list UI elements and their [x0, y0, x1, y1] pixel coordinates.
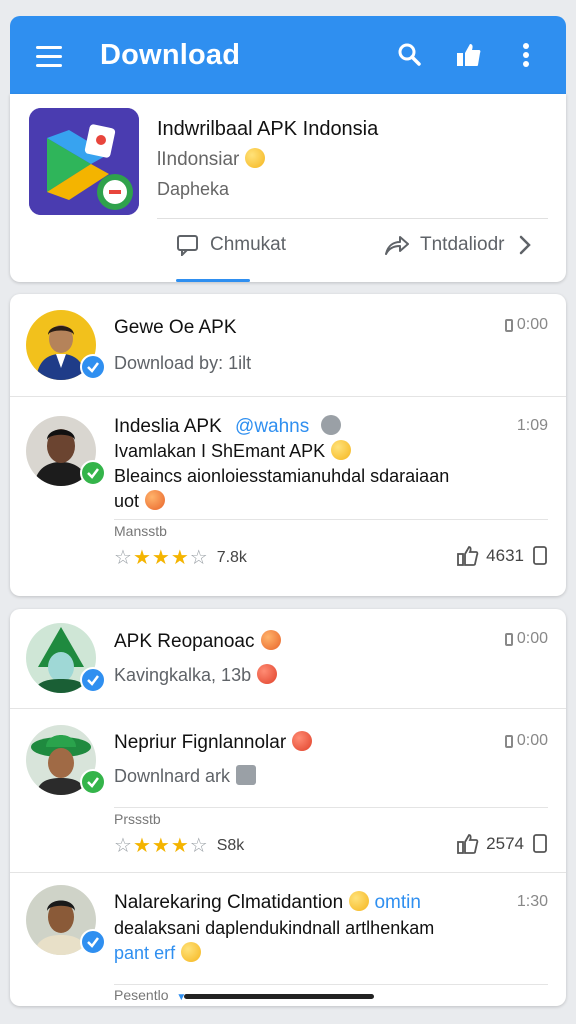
- item-subtitle: Download by: 1ilt: [114, 353, 252, 373]
- star-icon: ★: [132, 835, 152, 857]
- verified-badge-icon: [80, 667, 106, 693]
- item-tag[interactable]: omtin: [374, 892, 420, 913]
- smile-emoji-icon: [245, 148, 266, 168]
- like-count: 2574: [486, 834, 524, 853]
- item-tag[interactable]: @wahns: [235, 416, 309, 437]
- rating-stars: ☆ ★ ★ ★ ☆ 7.8k: [114, 545, 247, 570]
- list-card-2: APK Reopanoac Kavingkalka, 13b 0:00 Nepr…: [10, 609, 566, 1006]
- emoji-icon: [260, 630, 281, 650]
- verified-badge-icon: [80, 929, 106, 955]
- rating-count: S8k: [216, 836, 245, 854]
- item-time: 0:00: [504, 732, 548, 750]
- verified-badge-icon: [80, 460, 106, 486]
- likes[interactable]: 4631: [456, 545, 548, 567]
- active-tab-indicator: [176, 279, 250, 282]
- chevron-right-icon: [519, 235, 531, 255]
- divider: [114, 984, 548, 985]
- star-icon: ☆: [114, 547, 133, 569]
- rating-count: 7.8k: [216, 548, 247, 566]
- thumbs-up-icon: [457, 834, 479, 854]
- bookmark-icon[interactable]: [532, 546, 548, 566]
- item-time: 0:00: [504, 316, 548, 334]
- star-icon: ☆: [189, 547, 209, 569]
- comment-label: Chmukat: [210, 234, 287, 255]
- comment-button[interactable]: Chmukat: [176, 234, 286, 256]
- list-item[interactable]: Nalarekaring Clmatidantion omtin dealaks…: [10, 873, 566, 1006]
- laugh-emoji-icon: [145, 490, 166, 510]
- list-item[interactable]: APK Reopanoac Kavingkalka, 13b 0:00: [10, 609, 566, 708]
- item-time: 1:30: [516, 893, 548, 910]
- star-icon: ★: [170, 547, 190, 569]
- battery-icon: [504, 318, 513, 332]
- app-subtitle: lIndonsiar: [157, 148, 266, 171]
- likes[interactable]: 2574: [456, 833, 548, 855]
- thumbs-up-icon: [457, 546, 479, 566]
- app-bar: Download: [10, 16, 566, 94]
- bookmark-icon[interactable]: [532, 834, 548, 854]
- search-icon[interactable]: [390, 35, 430, 75]
- more-vert-icon[interactable]: [506, 35, 546, 75]
- globe-icon: [320, 415, 341, 435]
- emoji-icon: [181, 942, 202, 962]
- wink-emoji-icon: [331, 440, 352, 460]
- list-item[interactable]: Gewe Oe APK Download by: 1ilt 0:00: [10, 294, 566, 396]
- star-icon: ★: [170, 835, 190, 857]
- star-icon: ★: [132, 547, 152, 569]
- emoji-icon: [292, 731, 313, 751]
- item-title: Gewe Oe APK: [114, 317, 237, 338]
- list-item[interactable]: Nepriur Fignlannolar Downlnard ark 0:00 …: [10, 709, 566, 872]
- star-icon: ☆: [189, 835, 209, 857]
- item-time: 1:09: [516, 417, 548, 434]
- play-store-app-icon[interactable]: [29, 108, 139, 215]
- star-icon: ★: [151, 547, 171, 569]
- home-indicator[interactable]: [184, 994, 374, 999]
- verified-badge-icon: [80, 769, 106, 795]
- share-button[interactable]: Tntdaliodr: [384, 234, 533, 256]
- verified-badge-icon: [80, 354, 106, 380]
- featured-app-card[interactable]: Indwrilbaal APK Indonsia lIndonsiar Daph…: [10, 94, 566, 282]
- list-card-1: Gewe Oe APK Download by: 1ilt 0:00 Indes…: [10, 294, 566, 596]
- meta-label: Pesentlo ▼: [114, 987, 187, 1003]
- item-time: 0:00: [504, 630, 548, 648]
- like-count: 4631: [486, 546, 524, 565]
- menu-icon[interactable]: [36, 46, 66, 68]
- meta-label: Mansstb: [114, 523, 167, 539]
- emoji-icon: [349, 891, 370, 911]
- share-icon: [385, 236, 409, 255]
- app-developer: Dapheka: [157, 179, 230, 199]
- item-title: APK Reopanoac: [114, 630, 281, 653]
- share-label: Tntdaliodr: [420, 234, 505, 255]
- comment-icon: [177, 235, 198, 256]
- item-subtitle: Downlnard ark: [114, 765, 257, 787]
- star-icon: ★: [151, 835, 171, 857]
- item-title: Indeslia APK @wahns: [114, 415, 341, 438]
- emoji-icon: [257, 664, 278, 684]
- item-description: Ivamlakan I ShEmant APK Bleaincs aionloi…: [114, 440, 450, 511]
- rating-stars: ☆ ★ ★ ★ ☆ S8k: [114, 833, 244, 858]
- item-title: Nepriur Fignlannolar: [114, 731, 313, 754]
- app-title: Indwrilbaal APK Indonsia: [157, 118, 379, 140]
- battery-icon: [504, 734, 513, 748]
- item-description: dealaksani daplendukindnall artlhenkam p…: [114, 918, 435, 963]
- list-item[interactable]: Indeslia APK @wahns Ivamlakan I ShEmant …: [10, 397, 566, 596]
- divider: [157, 218, 548, 219]
- lock-icon: [236, 765, 257, 785]
- battery-icon: [504, 632, 513, 646]
- star-icon: ☆: [114, 835, 133, 857]
- thumbs-up-icon[interactable]: [448, 35, 488, 75]
- meta-label: Prssstb: [114, 811, 161, 827]
- divider: [114, 807, 548, 808]
- divider: [114, 519, 548, 520]
- item-subtitle: Kavingkalka, 13b: [114, 664, 278, 686]
- page-title: Download: [100, 38, 241, 71]
- item-title: Nalarekaring Clmatidantion omtin: [114, 891, 421, 913]
